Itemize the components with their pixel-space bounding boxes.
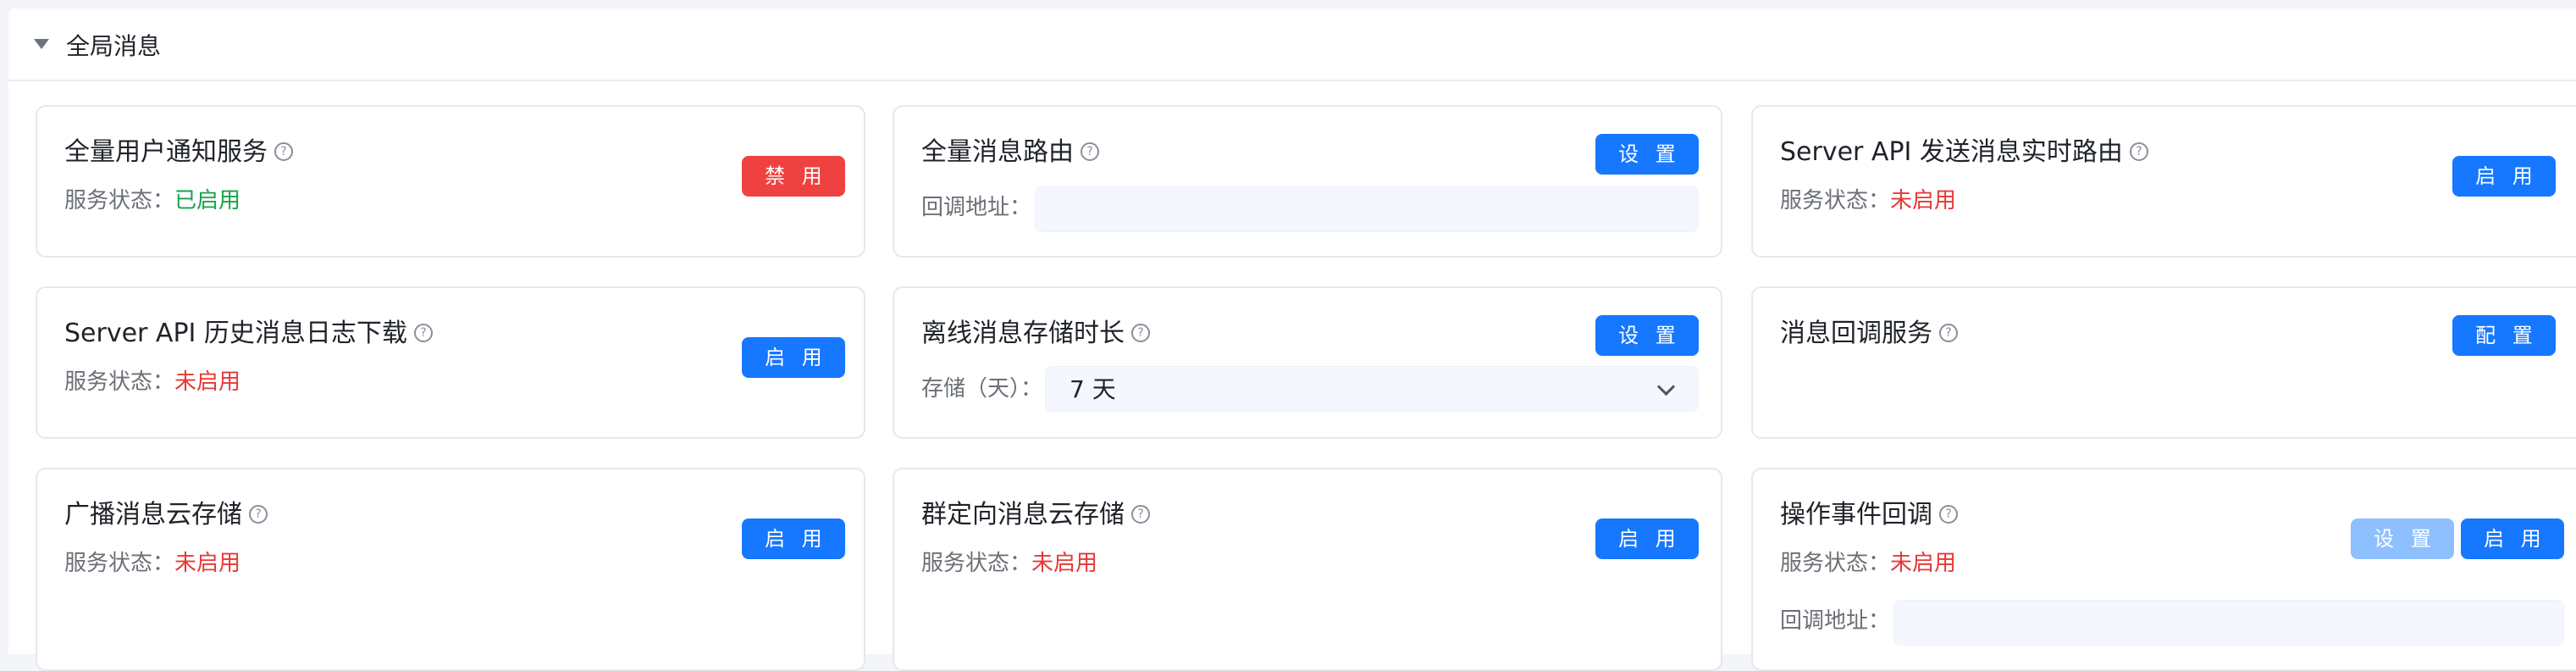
card-server-api-realtime-routing: Server API 发送消息实时路由? 服务状态：未启用 启 用 (1751, 105, 2576, 258)
card-title: 全量用户通知服务? (64, 136, 293, 169)
service-status: 服务状态：未启用 (64, 551, 241, 576)
card-title: Server API 历史消息日志下载? (64, 317, 433, 351)
card-title: 群定向消息云存储? (921, 498, 1150, 532)
card-server-api-history-log: Server API 历史消息日志下载? 服务状态：未启用 启 用 (36, 286, 865, 439)
card-title: 广播消息云存储? (64, 498, 268, 532)
card-title: 操作事件回调? (1780, 498, 1958, 532)
card-group-directed-cloud-storage: 群定向消息云存储? 服务状态：未启用 启 用 (893, 468, 1722, 671)
disable-button[interactable]: 禁 用 (742, 156, 845, 197)
card-offline-message-storage: 离线消息存储时长? 设 置 存储（天）： 7 天 (893, 286, 1722, 439)
status-value: 已启用 (174, 188, 241, 214)
enable-button[interactable]: 启 用 (1595, 518, 1699, 559)
help-icon[interactable]: ? (413, 323, 433, 342)
caret-down-icon[interactable] (34, 39, 49, 49)
card-broadcast-cloud-storage: 广播消息云存储? 服务状态：未启用 启 用 (36, 468, 865, 671)
status-value: 未启用 (1890, 551, 1957, 576)
status-value: 未启用 (1031, 551, 1098, 576)
help-icon[interactable]: ? (1939, 504, 1958, 524)
card-title: 全量消息路由? (921, 136, 1099, 169)
help-icon[interactable]: ? (1131, 323, 1150, 342)
select-value: 7 天 (1070, 375, 1116, 403)
help-icon[interactable]: ? (2129, 141, 2148, 161)
help-icon[interactable]: ? (249, 504, 268, 524)
callback-url-label: 回调地址： (1780, 608, 1891, 634)
help-icon[interactable]: ? (274, 141, 293, 161)
callback-url-field[interactable] (1035, 186, 1699, 232)
enable-button[interactable]: 启 用 (742, 337, 845, 378)
card-full-message-routing: 全量消息路由? 设 置 回调地址： (893, 105, 1722, 258)
global-message-panel: 全局消息 全量用户通知服务? 服务状态：已启用 禁 用 全量消息路由? 设 置 … (8, 8, 2576, 671)
enable-button[interactable]: 启 用 (742, 518, 845, 559)
callback-url-label: 回调地址： (921, 195, 1032, 220)
help-icon[interactable]: ? (1081, 141, 1099, 161)
service-status: 服务状态：已启用 (64, 188, 241, 214)
status-value: 未启用 (174, 551, 241, 576)
chevron-down-icon (1656, 377, 1676, 396)
service-status: 服务状态：未启用 (64, 369, 241, 395)
card-operation-event-callback: 操作事件回调? 服务状态：未启用 设 置 启 用 回调地址： (1751, 468, 2576, 671)
card-title: 消息回调服务? (1780, 317, 1958, 351)
help-icon[interactable]: ? (1131, 504, 1150, 524)
section-title: 全局消息 (66, 32, 162, 60)
status-value: 未启用 (174, 369, 241, 395)
callback-url-field[interactable] (1893, 600, 2564, 646)
storage-days-select[interactable]: 7 天 (1045, 366, 1699, 412)
settings-button[interactable]: 设 置 (1595, 315, 1699, 356)
status-value: 未启用 (1890, 188, 1957, 214)
card-title: Server API 发送消息实时路由? (1780, 136, 2148, 169)
storage-days-label: 存储（天）： (921, 376, 1043, 402)
card-full-user-notification: 全量用户通知服务? 服务状态：已启用 禁 用 (36, 105, 865, 258)
enable-button[interactable]: 启 用 (2461, 518, 2564, 559)
service-status: 服务状态：未启用 (1780, 188, 1957, 214)
help-icon[interactable]: ? (1939, 323, 1958, 342)
section-header[interactable]: 全局消息 (8, 8, 2576, 81)
settings-button-disabled[interactable]: 设 置 (2351, 518, 2454, 559)
card-title: 离线消息存储时长? (921, 317, 1150, 351)
service-status: 服务状态：未启用 (921, 551, 1098, 576)
card-message-callback-service: 消息回调服务? 配 置 (1751, 286, 2576, 439)
configure-button[interactable]: 配 置 (2452, 315, 2556, 356)
settings-button[interactable]: 设 置 (1595, 134, 1699, 175)
enable-button[interactable]: 启 用 (2452, 156, 2556, 197)
service-status: 服务状态：未启用 (1780, 551, 1957, 576)
